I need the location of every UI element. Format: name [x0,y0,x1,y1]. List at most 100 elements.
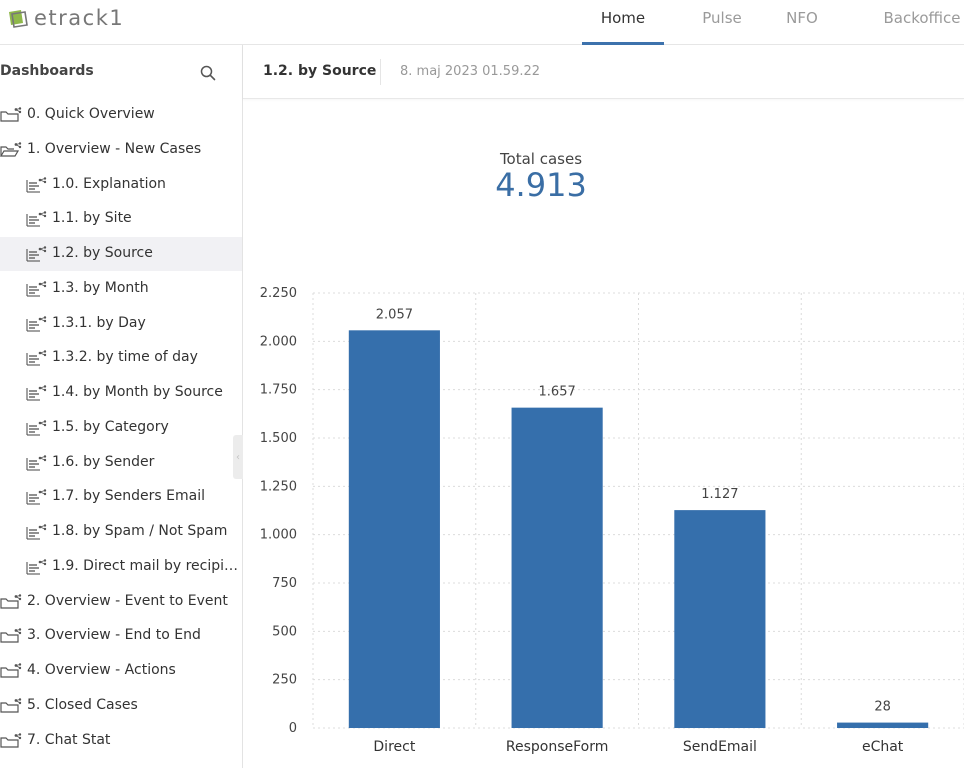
folder-share-icon [0,593,22,609]
x-category-label: ResponseForm [506,739,609,755]
sidebar-item-label: 1.3.1. by Day [52,314,146,331]
nav-tab-label: Pulse [702,9,742,27]
y-tick-label: 1.000 [260,528,297,543]
bar-chart-svg: 0 250 500 750 1.000 1.250 1.500 1.750 2.000 2.250… [260,286,964,755]
sidebar-item[interactable]: 1.2. by Source [0,237,242,271]
sidebar-item[interactable]: 0. Quick Overview [0,98,242,132]
sidebar-item[interactable]: 1.5. by Category [0,411,242,445]
nav-tab-label: Home [600,9,646,27]
y-tick-label: 1.750 [260,383,297,398]
sidebar-item-label: 4. Overview - Actions [27,662,176,678]
sidebar-item-label: 1.3. by Month [52,279,149,296]
logo-icon [9,10,28,28]
sidebar-item-label: 1.2. by Source [52,245,153,261]
sidebar-item-label: 1.1. by Site [52,210,132,227]
sidebar-item[interactable]: 1. Overview - New Cases [0,133,242,167]
sidebar-item-label: 1.3.2. by time of day [52,349,198,366]
folder-share-icon [0,732,22,748]
dashboard-share-icon [26,385,47,401]
kpi-value: 4.913 [495,166,587,204]
bar[interactable] [837,722,929,728]
main-content: 1.2. by Source 8. maj 2023 01.59.22 Tota… [243,45,964,768]
sidebar-item[interactable]: 1.9. Direct mail by recipie… [0,550,242,584]
sidebar-item[interactable]: 4. Overview - Actions [0,654,242,688]
dashboard-header: 1.2. by Source 8. maj 2023 01.59.22 [243,45,964,99]
sidebar-item[interactable]: 3. Overview - End to End [0,619,242,653]
sidebar-item-label: 1.6. by Sender [52,453,155,470]
nav-tab-nfo[interactable]: NFO [772,0,832,45]
folder-share-icon [0,698,22,713]
sidebar-item-label: 3. Overview - End to End [27,627,201,644]
sidebar-item-label: 1.8. by Spam / Not Spam [52,523,228,539]
logo-text: etrack1 [34,6,125,30]
sidebar-item-label: 1.7. by Senders Email [52,488,206,505]
search-icon[interactable] [199,64,217,82]
sidebar-item-label: 1. Overview - New Cases [27,140,202,157]
nav-tab-home[interactable]: Home [582,0,664,45]
y-tick-label: 0 [289,721,297,736]
dashboard-share-icon [26,315,47,332]
y-tick-label: 500 [272,624,297,639]
nav-tab-label: NFO [786,9,818,27]
dashboard-share-icon [26,176,47,193]
sidebar-item[interactable]: 2. Overview - Event to Event [0,585,242,619]
dashboard-share-icon [26,454,47,471]
sidebar-item-label: 7. Chat Stat [27,731,111,748]
sidebar-item[interactable]: 1.3. by Month [0,272,242,306]
y-tick-label: 1.250 [260,479,297,494]
dashboard-share-icon [26,281,47,297]
dashboard-share-icon [26,524,47,540]
data-label: 1.657 [539,385,576,400]
sidebar-item[interactable]: 1.3.1. by Day [0,307,242,341]
dashboard-share-icon [26,211,47,227]
folder-share-icon [0,663,22,678]
y-tick-label: 2.250 [260,286,297,301]
bar[interactable] [511,407,603,728]
dashboard-share-icon [26,559,47,575]
sidebar-item-label: 1.0. Explanation [52,175,166,192]
x-category-label: Direct [373,739,415,755]
sidebar-title: Dashboards [0,63,94,79]
y-tick-label: 250 [272,673,297,688]
sidebar-item-label: 1.5. by Category [52,418,169,435]
sidebar-collapse-handle[interactable]: ‹ [233,435,243,479]
data-label: 1.127 [701,487,738,502]
app-logo[interactable]: etrack1 [6,6,124,30]
sidebar-item[interactable]: 1.8. by Spam / Not Spam [0,515,242,549]
folder-share-icon [0,107,22,122]
folder-open-share-icon [0,142,22,157]
bar-chart: 0 250 500 750 1.000 1.250 1.500 1.750 2.000 2.250… [243,275,964,768]
sidebar-item[interactable]: 7. Chat Stat [0,724,242,758]
sidebar-item[interactable]: 1.6. by Sender [0,446,242,480]
folder-share-icon [0,628,22,643]
nav-tab-backoffice[interactable]: Backoffice [880,0,964,45]
sidebar: Dashboards 0. Quick Overview 1. Overview … [0,45,243,768]
nav-tab-pulse[interactable]: Pulse [681,0,763,45]
sidebar-header: Dashboards [0,45,243,99]
dashboard-share-icon [26,420,47,436]
y-tick-label: 750 [272,576,297,591]
sidebar-item[interactable]: 1.7. by Senders Email [0,480,242,514]
sidebar-item-label: 2. Overview - Event to Event [27,592,228,609]
dashboard-title: 1.2. by Source [263,63,377,79]
sidebar-item-label: 1.9. Direct mail by recipie… [52,557,239,574]
sidebar-item-label: 1.4. by Month by Source [52,384,223,400]
bar[interactable] [674,510,766,728]
bar[interactable] [348,330,440,728]
data-label: 28 [874,700,891,715]
dashboard-timestamp: 8. maj 2023 01.59.22 [400,64,541,79]
chevron-left-icon: ‹ [236,451,240,463]
x-category-label: SendEmail [683,739,757,755]
sidebar-item[interactable]: 1.1. by Site [0,202,242,236]
nav-tab-label: Backoffice [883,9,961,27]
x-category-label: eChat [862,739,904,755]
y-tick-label: 2.000 [260,334,297,349]
sidebar-item[interactable]: 1.4. by Month by Source [0,376,242,410]
data-label: 2.057 [376,307,413,322]
sidebar-item[interactable]: 1.3.2. by time of day [0,341,242,375]
top-bar: etrack1 Home Pulse NFO Backoffice [0,0,964,45]
sidebar-item[interactable]: 1.0. Explanation [0,168,242,202]
dashboard-share-icon [26,489,47,505]
sidebar-item-label: 5. Closed Cases [27,696,138,713]
sidebar-item[interactable]: 5. Closed Cases [0,689,242,723]
